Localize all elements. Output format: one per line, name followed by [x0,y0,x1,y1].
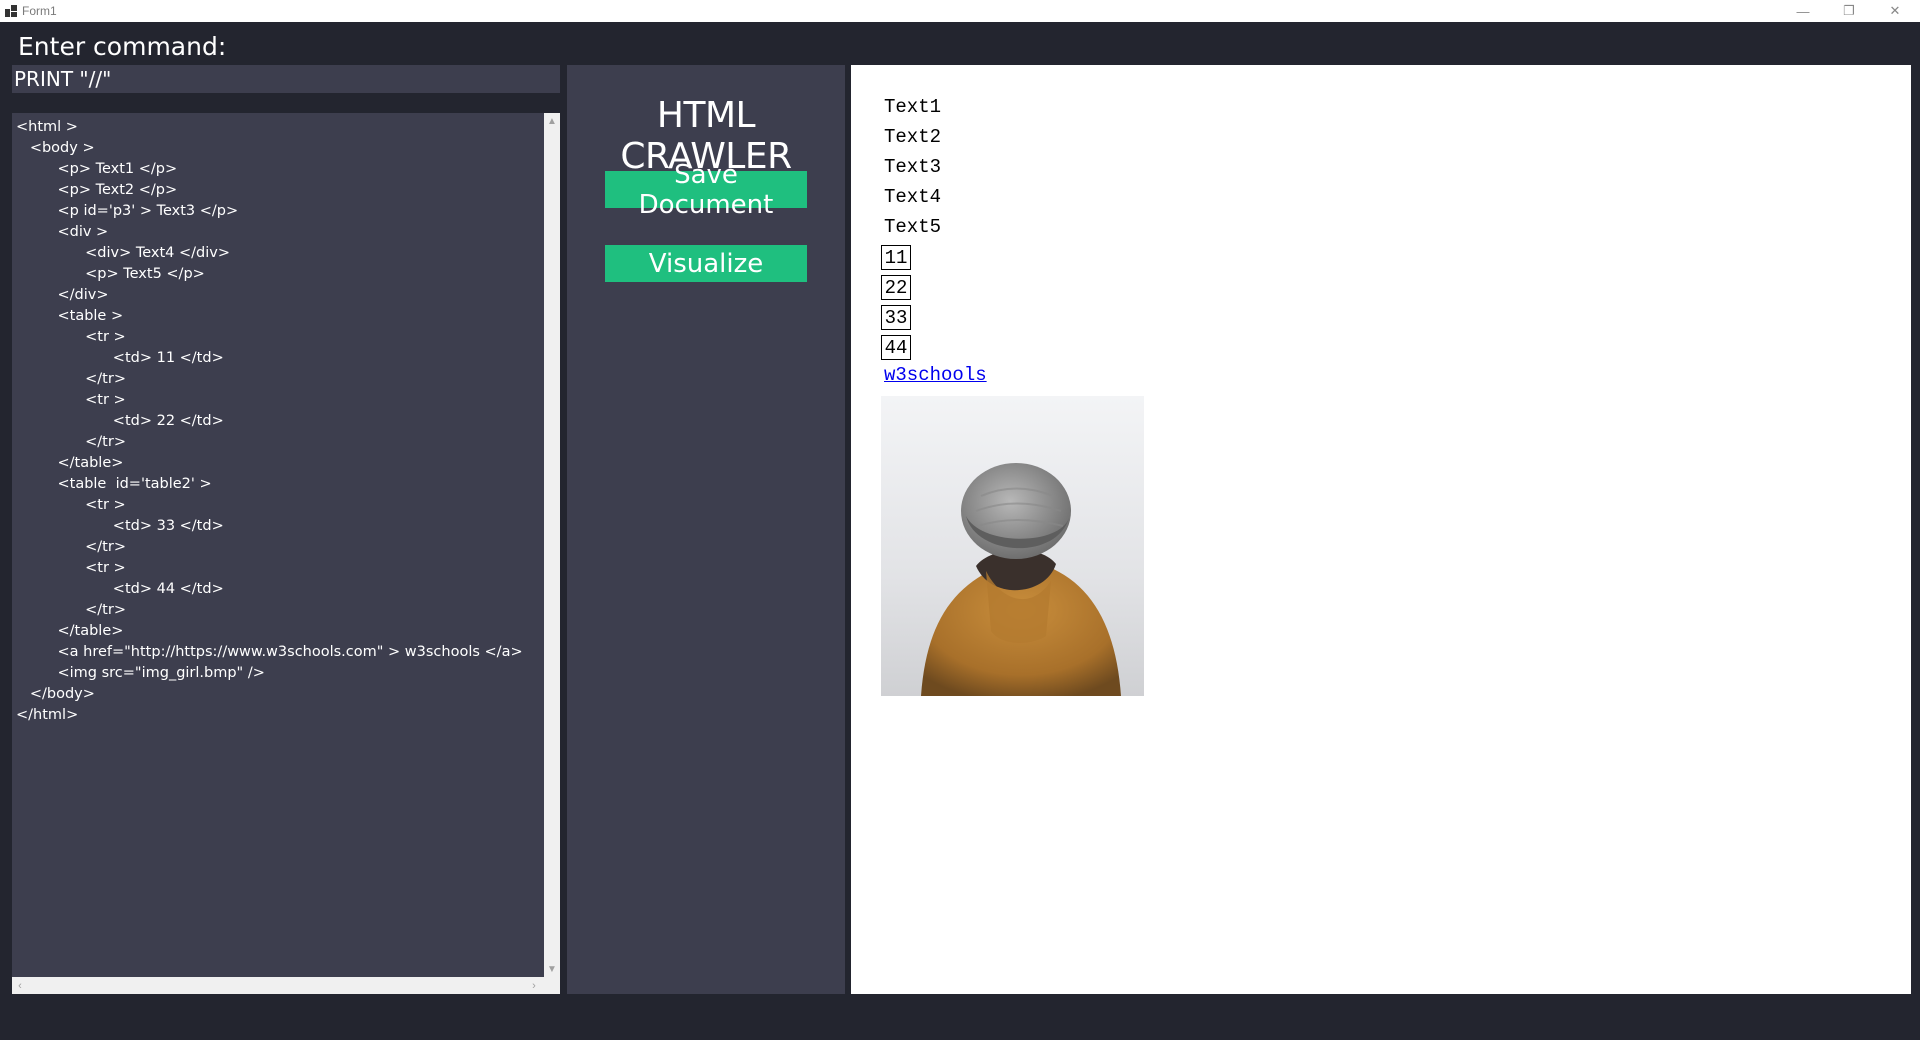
html-source-panel[interactable]: <html > <body > <p> Text1 </p> <p> Text2… [12,113,560,994]
save-document-button[interactable]: Save Document [605,160,807,220]
window-title: Form1 [22,4,57,18]
table-cell: 33 [881,305,911,330]
code-line: </tr> [16,434,126,450]
visualize-button[interactable]: Visualize [605,245,807,282]
code-line: <p> Text5 </p> [16,266,205,282]
command-label: Enter command: [18,32,227,61]
minimize-button[interactable]: — [1780,0,1826,22]
code-line: <tr > [16,497,126,513]
controls-panel: HTML CRAWLER Save Document Visualize [567,65,845,994]
code-line: </tr> [16,602,126,618]
code-line: <td> 44 </td> [16,581,224,597]
restore-button[interactable]: ❐ [1826,0,1872,22]
code-line: <td> 11 </td> [16,350,224,366]
scroll-down-icon[interactable]: ▼ [544,961,560,977]
window-titlebar: Form1 — ❐ ✕ [0,0,1920,22]
code-line: </div> [16,287,109,303]
code-line: <tr > [16,560,126,576]
w3schools-link[interactable]: w3schools [884,364,987,386]
table-cell: 44 [881,335,911,360]
html-source-text[interactable]: <html > <body > <p> Text1 </p> <p> Text2… [16,117,542,977]
code-line: </table> [16,623,124,639]
vertical-scrollbar[interactable]: ▲ ▼ [544,113,560,977]
app-icon [5,5,17,17]
code-line: <html > [16,119,78,135]
horizontal-scrollbar[interactable]: ‹ › [12,977,560,994]
code-line: <tr > [16,329,126,345]
table-cell: 22 [881,275,911,300]
scroll-up-icon[interactable]: ▲ [544,113,560,129]
code-line: </table> [16,455,124,471]
preview-paragraph: Text3 [884,156,942,178]
code-line: <td> 22 </td> [16,413,224,429]
code-line: <td> 33 </td> [16,518,224,534]
code-line: <table > [16,308,124,324]
command-input[interactable] [12,65,560,93]
code-line: </html> [16,707,79,723]
code-line: <div > [16,224,109,240]
code-line: <a href="http://https://www.w3schools.co… [16,644,523,660]
preview-paragraph: Text2 [884,126,942,148]
scroll-left-icon[interactable]: ‹ [12,977,28,994]
code-line: <body > [16,140,95,156]
code-line: <table id='table2' > [16,476,212,492]
code-line: <p> Text2 </p> [16,182,178,198]
scroll-right-icon[interactable]: › [526,977,542,994]
preview-paragraph: Text1 [884,96,942,118]
scroll-thumb[interactable] [546,130,558,957]
close-button[interactable]: ✕ [1872,0,1918,22]
code-line: <tr > [16,392,126,408]
code-line: <p> Text1 </p> [16,161,178,177]
preview-paragraph: Text5 [884,216,942,238]
code-line: </tr> [16,539,126,555]
girl-photo-image [881,396,1144,696]
code-line: <img src="img_girl.bmp" /> [16,665,265,681]
preview-paragraph: Text4 [884,186,942,208]
code-line: <p id='p3' > Text3 </p> [16,203,239,219]
code-line: </body> [16,686,95,702]
code-line: </tr> [16,371,126,387]
table-cell: 11 [881,245,911,270]
render-preview: Text1 Text2 Text3 Text4 Text5 11 22 33 4… [851,65,1911,994]
code-line: <div> Text4 </div> [16,245,231,261]
